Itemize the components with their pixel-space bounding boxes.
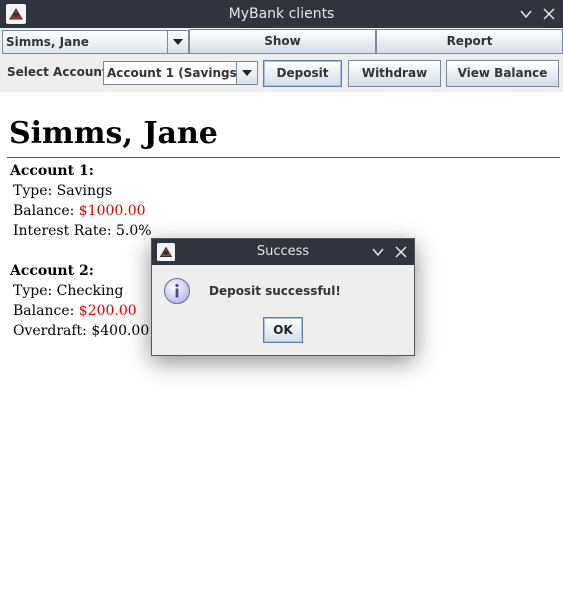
- account-type-label: Type:: [13, 183, 53, 199]
- client-select-value: Simms, Jane: [6, 35, 89, 49]
- account-type-value: Savings: [56, 183, 113, 199]
- account-balance-label: Balance:: [13, 303, 75, 319]
- client-name-heading: Simms, Jane: [9, 116, 218, 151]
- deposit-button[interactable]: Deposit: [263, 60, 342, 87]
- window-titlebar: MyBank clients: [0, 0, 563, 28]
- select-account-label: Select Account:: [7, 65, 113, 79]
- account-overdraft-line: Overdraft: $400.00: [13, 323, 149, 339]
- account-overdraft-label: Overdraft:: [13, 323, 87, 339]
- account-type-value: Checking: [56, 283, 124, 299]
- window-title: MyBank clients: [228, 6, 335, 22]
- chevron-down-icon: [242, 70, 252, 76]
- chevron-down-icon: [173, 39, 183, 45]
- show-button[interactable]: Show: [189, 29, 376, 54]
- account-balance-value: $1000.00: [78, 203, 146, 219]
- heading-divider: [7, 157, 560, 158]
- account-interest-line: Interest Rate: 5.0%: [13, 223, 152, 239]
- client-toolbar: Simms, Jane Show Report: [0, 28, 563, 55]
- minimize-icon[interactable]: [519, 7, 533, 21]
- minimize-icon[interactable]: [371, 245, 385, 259]
- account-heading: Account 1:: [10, 163, 94, 179]
- client-select[interactable]: Simms, Jane: [2, 30, 189, 54]
- account-balance-value: $200.00: [78, 303, 137, 319]
- success-dialog: Success Deposit successful! OK: [151, 238, 415, 356]
- account-balance-line: Balance: $1000.00: [13, 203, 146, 219]
- dialog-message: Deposit successful!: [209, 284, 341, 298]
- account-select-value: Account 1 (Savings): [107, 66, 243, 80]
- account-balance-line: Balance: $200.00: [13, 303, 137, 319]
- account-type-label: Type:: [13, 283, 53, 299]
- ok-button[interactable]: OK: [263, 317, 303, 343]
- account-select-arrow[interactable]: [236, 62, 257, 84]
- client-select-arrow[interactable]: [167, 31, 188, 53]
- account-type-line: Type: Savings: [13, 183, 112, 199]
- view-balance-button[interactable]: View Balance: [446, 60, 559, 87]
- account-overdraft-value: $400.00: [91, 323, 150, 339]
- account-select[interactable]: Account 1 (Savings): [103, 61, 258, 85]
- close-icon[interactable]: [542, 7, 556, 21]
- account-heading: Account 2:: [10, 263, 94, 279]
- account-interest-label: Interest Rate:: [13, 223, 112, 239]
- dialog-titlebar: Success: [152, 239, 414, 265]
- withdraw-button[interactable]: Withdraw: [348, 60, 441, 87]
- account-toolbar: Select Account: Account 1 (Savings) Depo…: [0, 55, 563, 92]
- info-icon: [164, 278, 190, 304]
- account-type-line: Type: Checking: [13, 283, 123, 299]
- account-balance-label: Balance:: [13, 203, 75, 219]
- close-icon[interactable]: [394, 245, 408, 259]
- account-interest-value: 5.0%: [116, 223, 152, 239]
- report-button[interactable]: Report: [376, 29, 563, 54]
